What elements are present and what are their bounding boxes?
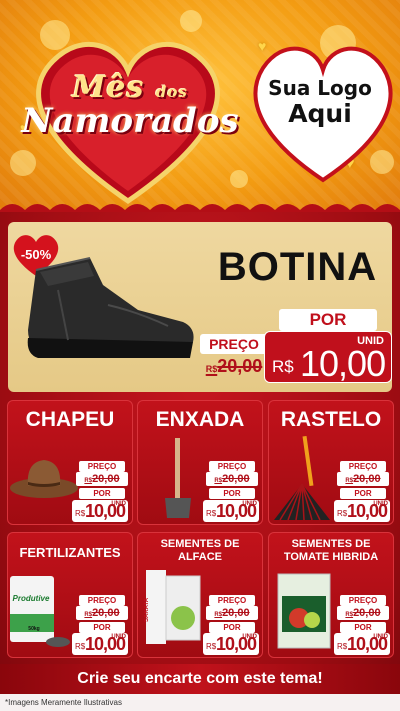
preco-label: PREÇO bbox=[209, 461, 255, 472]
old-price: R$20,00 bbox=[337, 606, 389, 620]
preco-label: PREÇO bbox=[340, 595, 386, 606]
new-price-tag: R$ 10,00 UNID bbox=[264, 331, 392, 384]
product-name: CHAPEU bbox=[25, 408, 115, 431]
featured-product-name: BOTINA bbox=[217, 245, 378, 289]
new-price-tag: R$ 10,00 UNID bbox=[72, 633, 128, 655]
por-label: POR bbox=[279, 309, 377, 331]
disclaimer: *Imagens Meramente Ilustrativas bbox=[0, 694, 400, 711]
new-price-tag: R$ 10,00 UNID bbox=[334, 633, 390, 655]
new-price-tag: R$ 10,00 UNID bbox=[72, 500, 128, 522]
event-title: Mês dos Namorados bbox=[21, 70, 239, 141]
header-banner: ♥ ♥ ♥ ♥ ♥ ♥ Mês dos Namorados Sua Logo A… bbox=[0, 0, 400, 215]
tomato-seed-packet-image bbox=[277, 573, 331, 649]
hat-image bbox=[10, 460, 78, 498]
rake-image bbox=[274, 436, 330, 521]
preco-label: PREÇO bbox=[209, 595, 255, 606]
pack-brand: Produtive bbox=[12, 594, 50, 603]
product-name: FERTILIZANTES bbox=[19, 545, 121, 560]
old-price: R$20,00 bbox=[206, 472, 258, 486]
old-price: R$20,00 bbox=[205, 356, 263, 376]
hoe-image bbox=[165, 438, 191, 518]
old-price: R$20,00 bbox=[206, 606, 258, 620]
new-price-tag: R$ 10,00 UNID bbox=[203, 633, 259, 655]
product-name: ENXADA bbox=[155, 408, 245, 431]
new-price-tag: R$ 10,00 UNID bbox=[334, 500, 390, 522]
product-name: RASTELO bbox=[280, 408, 382, 431]
product-name: SEMENTES DE ALFACE bbox=[160, 538, 240, 563]
por-label: POR bbox=[79, 622, 125, 633]
por-label: POR bbox=[79, 488, 125, 499]
new-price-tag: R$ 10,00 UNID bbox=[203, 500, 259, 522]
old-price: R$20,00 bbox=[337, 472, 389, 486]
por-label: POR bbox=[340, 488, 386, 499]
por-label: POR bbox=[209, 488, 255, 499]
product-name: SEMENTES DE TOMATE HIBRIDA bbox=[283, 538, 379, 563]
boot-image bbox=[27, 257, 194, 358]
pack-weight: 50kg bbox=[28, 626, 40, 632]
preco-label: PREÇO bbox=[200, 334, 268, 354]
preco-label: PREÇO bbox=[79, 595, 125, 606]
pack-brand: SAKATA bbox=[144, 597, 150, 622]
por-label: POR bbox=[340, 622, 386, 633]
fertilizer-bag-image bbox=[10, 576, 70, 647]
logo-placeholder[interactable]: Sua Logo Aqui bbox=[255, 77, 385, 126]
old-price: R$20,00 bbox=[76, 606, 128, 620]
preco-label: PREÇO bbox=[79, 461, 125, 472]
cta-banner[interactable]: Crie seu encarte com este tema! bbox=[0, 664, 400, 694]
preco-label: PREÇO bbox=[340, 461, 386, 472]
por-label: POR bbox=[209, 622, 255, 633]
old-price: R$20,00 bbox=[76, 472, 128, 486]
